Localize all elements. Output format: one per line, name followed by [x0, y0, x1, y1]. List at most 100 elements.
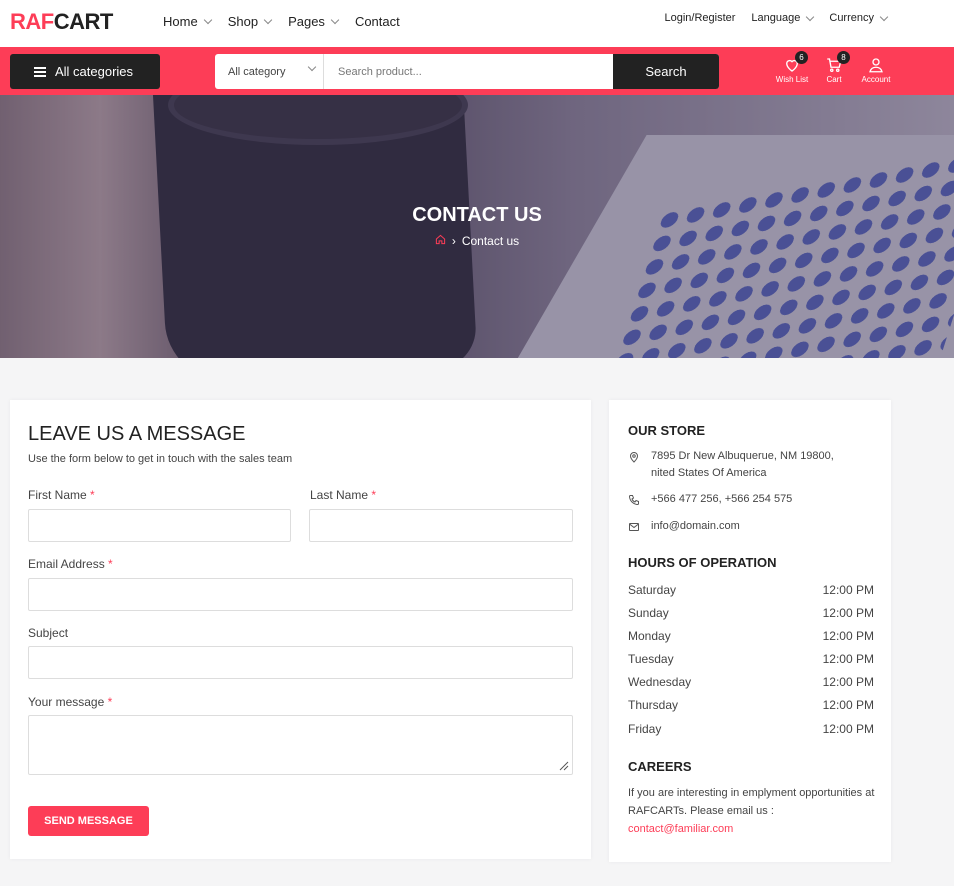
hours-time: 12:00 PM [822, 606, 874, 621]
address-line-1: 7895 Dr New Albuquerue, NM 19800, [651, 450, 834, 462]
user-icon [869, 58, 883, 73]
required-mark: * [107, 695, 113, 709]
first-name-field[interactable] [28, 509, 291, 542]
envelope-icon [629, 523, 639, 531]
top-header: RAFCART Home Shop Pages Contact Login/Re… [0, 0, 954, 47]
menu-icon [34, 66, 46, 77]
wishlist-button[interactable]: 6 Wish List [771, 51, 813, 84]
last-name-label: Last Name * [310, 488, 376, 502]
hours-day: Monday [628, 629, 671, 644]
login-register-link[interactable]: Login/Register [664, 12, 735, 24]
form-title: LEAVE US A MESSAGE [28, 423, 246, 445]
brand-logo-part1: RAF [10, 9, 54, 34]
account-label: Account [861, 75, 891, 84]
hours-time: 12:00 PM [822, 652, 874, 667]
email-text[interactable]: info@domain.com [651, 518, 740, 535]
phone-text: +566 477 256, +566 254 575 [651, 493, 793, 505]
hours-time: 12:00 PM [822, 629, 874, 644]
hours-row: Monday 12:00 PM [628, 627, 874, 650]
breadcrumb-separator-icon: › [451, 234, 456, 248]
required-mark: * [108, 557, 113, 571]
wishlist-count-badge: 6 [795, 51, 808, 64]
first-name-label: First Name * [28, 488, 95, 502]
cart-button[interactable]: 8 Cart [813, 51, 855, 84]
hours-day: Wednesday [628, 675, 692, 690]
chevron-down-icon [806, 12, 815, 21]
nav-item-home[interactable]: Home [163, 14, 212, 29]
store-email: info@domain.com [628, 518, 740, 535]
hours-time: 12:00 PM [822, 721, 874, 736]
top-right-links: Login/Register Language Currency [664, 12, 889, 24]
required-mark: * [371, 488, 377, 502]
currency-label: Currency [829, 12, 874, 24]
currency-select[interactable]: Currency [829, 12, 889, 24]
hours-day: Saturday [628, 583, 677, 597]
subject-label: Subject [28, 626, 69, 640]
last-name-label-text: Last Name [310, 488, 369, 502]
form-subtitle: Use the form below to get in touch with … [28, 453, 293, 465]
cart-label: Cart [826, 75, 842, 84]
email-field[interactable] [28, 578, 573, 611]
address-line-2: nited States Of America [651, 467, 767, 479]
contact-form-card: LEAVE US A MESSAGE Use the form below to… [10, 400, 591, 859]
search-category-label: All category [228, 65, 286, 78]
last-name-field[interactable] [309, 509, 573, 542]
required-mark: * [90, 488, 95, 502]
careers-text: If you are interesting in emplyment oppo… [628, 784, 878, 838]
subject-field[interactable] [28, 646, 573, 679]
chevron-down-icon [330, 15, 340, 25]
message-label-text: Your message [28, 695, 105, 709]
hours-row: Tuesday 12:00 PM [628, 650, 874, 673]
language-label: Language [751, 12, 801, 24]
chevron-down-icon [203, 15, 212, 25]
hours-day: Sunday [628, 606, 669, 621]
breadcrumb-current: Contact us [461, 234, 520, 248]
home-icon[interactable] [435, 234, 446, 248]
account-button[interactable]: Account [855, 56, 897, 84]
search-bar-strip: All categories All category Search 6 Wis… [0, 47, 954, 95]
brand-logo-part2: CART [53, 9, 114, 34]
search-box: All category Search [215, 54, 719, 89]
nav-item-label: Pages [288, 14, 325, 29]
hero-banner: CONTACT US › Contact us [0, 95, 954, 358]
email-label-text: Email Address [28, 557, 105, 571]
hours-time: 12:00 PM [822, 675, 874, 690]
email-label: Email Address * [28, 557, 113, 571]
nav-item-label: Home [163, 14, 198, 29]
nav-item-pages[interactable]: Pages [288, 14, 340, 29]
message-label: Your message * [28, 695, 112, 709]
message-textarea[interactable] [28, 715, 573, 775]
nav-item-label: Contact [354, 14, 400, 29]
hours-day: Thursday [628, 698, 679, 713]
careers-email-link[interactable]: contact@familiar.com [628, 823, 733, 835]
first-name-label-text: First Name [28, 488, 87, 502]
store-phone: +566 477 256, +566 254 575 [628, 491, 792, 508]
all-categories-button[interactable]: All categories [10, 54, 160, 89]
search-category-select[interactable]: All category [215, 54, 324, 89]
hours-table: Saturday 12:00 PM Sunday 12:00 PM Monday 12… [628, 581, 874, 743]
location-pin-icon [629, 452, 639, 463]
careers-heading: CAREERS [628, 759, 692, 774]
search-button[interactable]: Search [613, 54, 719, 89]
page-title: CONTACT US [412, 204, 542, 226]
cart-count-badge: 8 [837, 51, 850, 64]
send-message-button[interactable]: SEND MESSAGE [28, 806, 149, 836]
store-address: 7895 Dr New Albuquerue, NM 19800, nited S… [628, 448, 834, 482]
resize-handle-icon[interactable] [559, 761, 569, 771]
store-heading: OUR STORE [628, 423, 706, 438]
brand-logo[interactable]: RAFCART [10, 9, 113, 35]
hours-heading: HOURS OF OPERATION [628, 555, 777, 570]
search-input[interactable] [324, 54, 613, 89]
breadcrumb: › Contact us [0, 234, 954, 248]
hours-row: Friday 12:00 PM [628, 720, 874, 743]
nav-item-shop[interactable]: Shop [227, 14, 273, 29]
wishlist-label: Wish List [775, 75, 809, 84]
hours-row: Wednesday 12:00 PM [628, 673, 874, 696]
hours-row: Sunday 12:00 PM [628, 604, 874, 627]
nav-item-contact[interactable]: Contact [355, 14, 400, 29]
language-select[interactable]: Language [751, 12, 815, 24]
nav-item-label: Shop [227, 14, 259, 29]
hours-day: Tuesday [628, 652, 674, 667]
careers-description: If you are interesting in emplyment oppo… [628, 787, 875, 817]
chevron-down-icon [263, 15, 273, 25]
